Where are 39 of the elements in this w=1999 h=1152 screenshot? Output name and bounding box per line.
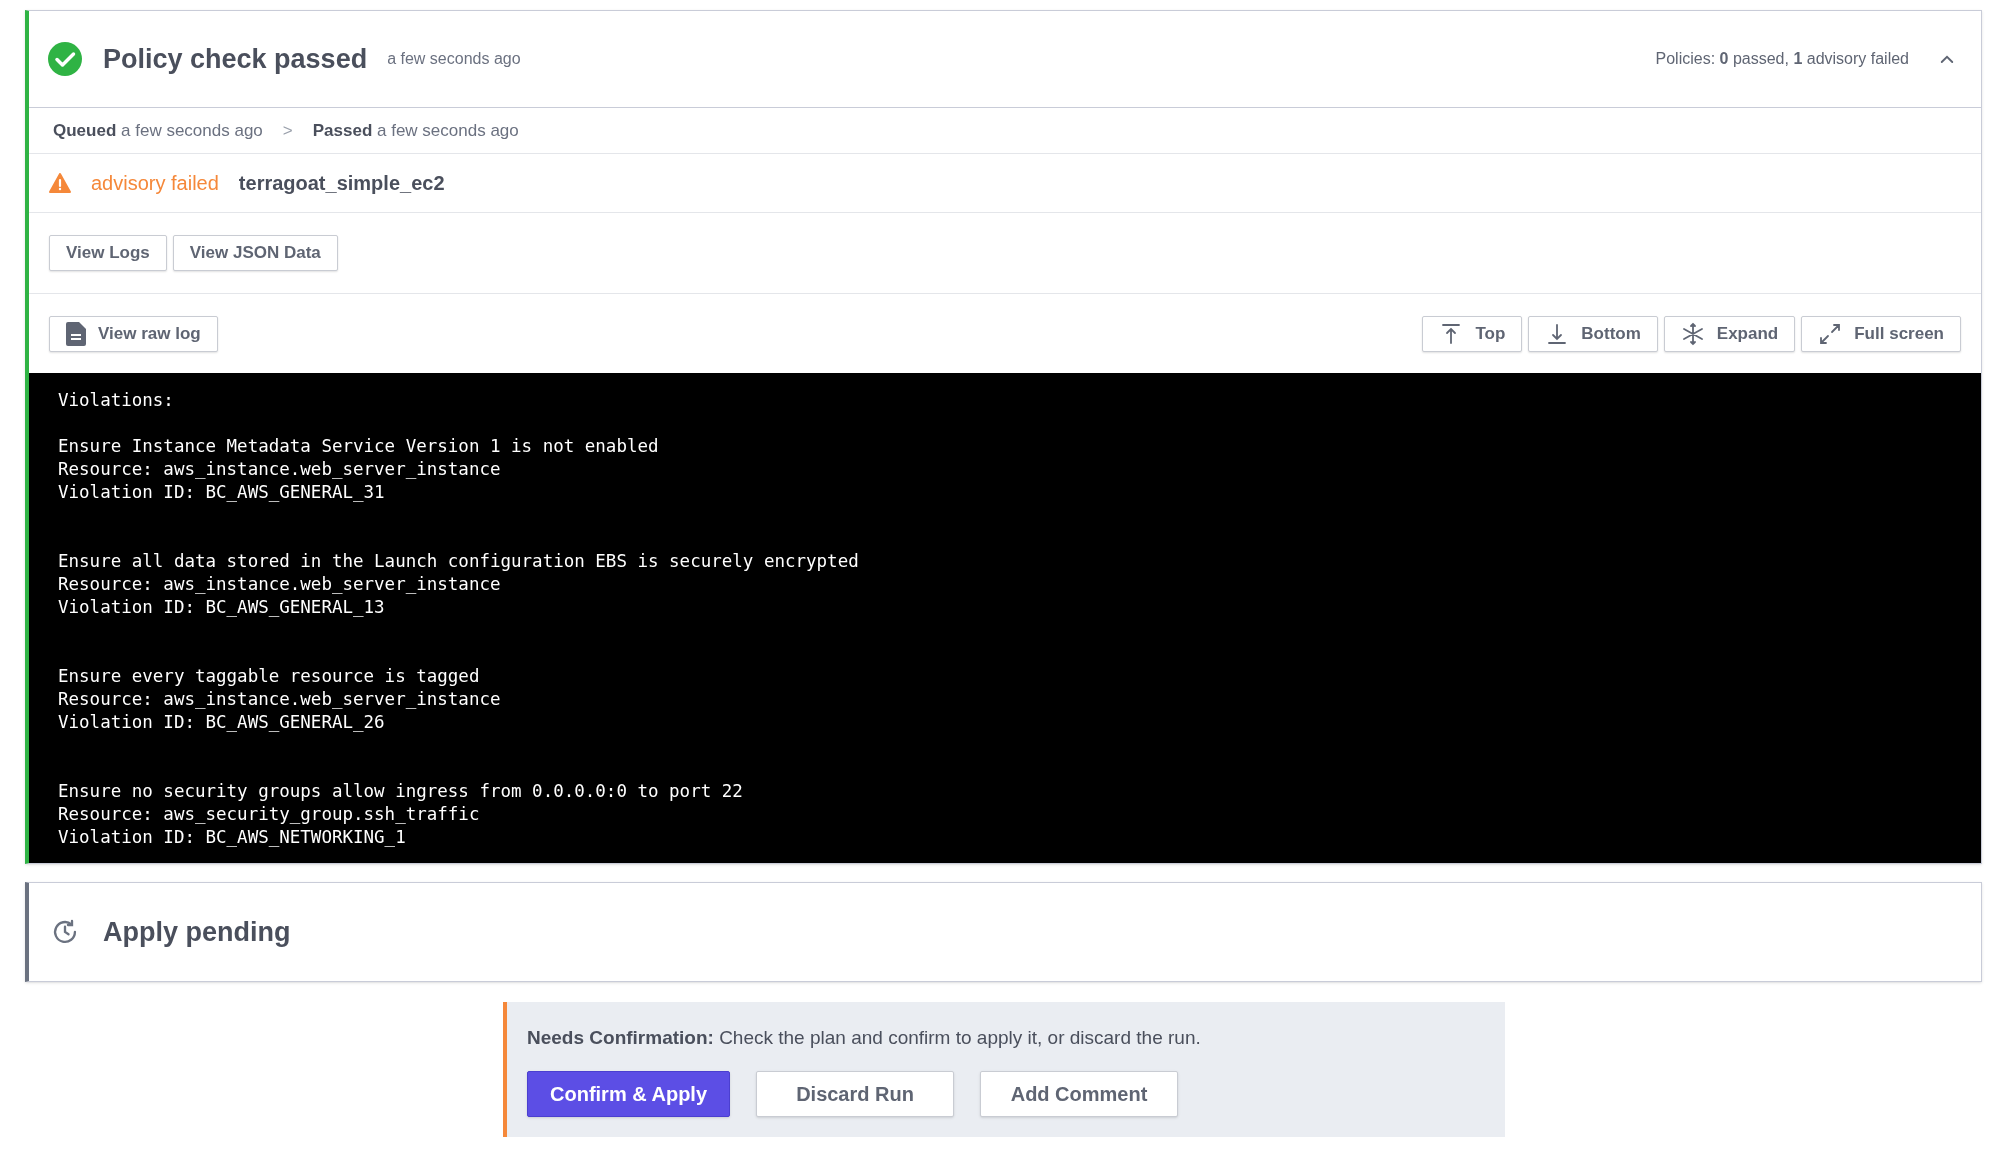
log-line: Ensure every taggable resource is tagged (58, 665, 480, 688)
log-action-button[interactable]: Expand (1663, 315, 1796, 352)
clock-icon (51, 918, 79, 946)
check-circle-icon (47, 41, 83, 77)
log-line: Resource: aws_instance.web_server_instance (58, 573, 501, 596)
action-button[interactable]: Discard Run (756, 1070, 955, 1117)
log-line: Resource: aws_instance.web_server_instance (58, 688, 501, 711)
warning-icon (49, 173, 71, 193)
document-icon (66, 321, 86, 346)
separator: > (282, 119, 293, 142)
view-button[interactable]: View Logs (49, 235, 167, 271)
log-line: Violation ID: BC_AWS_NETWORKING_1 (58, 826, 406, 849)
timeline-step: Queued a few seconds ago (53, 117, 263, 144)
policy-name: terragoat_simple_ec2 (238, 171, 445, 196)
action-button[interactable]: Add Comment (980, 1070, 1179, 1117)
expand-icon (1680, 321, 1705, 346)
view-button[interactable]: View JSON Data (172, 235, 338, 271)
result-status: advisory failed (91, 171, 219, 196)
log-line: Violations: (58, 389, 175, 412)
timestamp: a few seconds ago (387, 49, 521, 69)
log-action-button[interactable]: Full screen (1801, 315, 1961, 352)
policies-summary: Policies: 0 passed, 1 advisory failed (1655, 49, 1909, 69)
view-raw-log-button[interactable]: View raw log (49, 315, 218, 352)
log-line: Resource: aws_instance.web_server_instance (58, 458, 501, 481)
card-title: Apply pending (103, 915, 291, 949)
action-button[interactable]: Confirm & Apply (527, 1070, 731, 1117)
log-line: Violation ID: BC_AWS_GENERAL_31 (58, 481, 385, 504)
log-line: Ensure Instance Metadata Service Version 1 is not enabled (58, 435, 659, 458)
timeline-step: Passed a few seconds ago (312, 117, 519, 144)
fullscreen-icon (1818, 321, 1843, 346)
log-line: Ensure no security groups allow ingress from 0.0.0.0:0 to port 22 (58, 780, 743, 803)
card-title: Policy check passed (103, 42, 368, 76)
log-line: Ensure all data stored in the Launch configuration EBS is securely encrypted (58, 550, 859, 573)
log-action-button[interactable]: Bottom (1528, 315, 1658, 352)
log-action-button[interactable]: Top (1422, 315, 1523, 352)
log-line: Violation ID: BC_AWS_GENERAL_13 (58, 596, 385, 619)
log-line: Resource: aws_security_group.ssh_traffic (58, 803, 480, 826)
confirmation-message: Needs Confirmation: Check the plan and confirm to apply it, or discard the run. (527, 1026, 1202, 1050)
log-line: Violation ID: BC_AWS_GENERAL_26 (58, 711, 385, 734)
